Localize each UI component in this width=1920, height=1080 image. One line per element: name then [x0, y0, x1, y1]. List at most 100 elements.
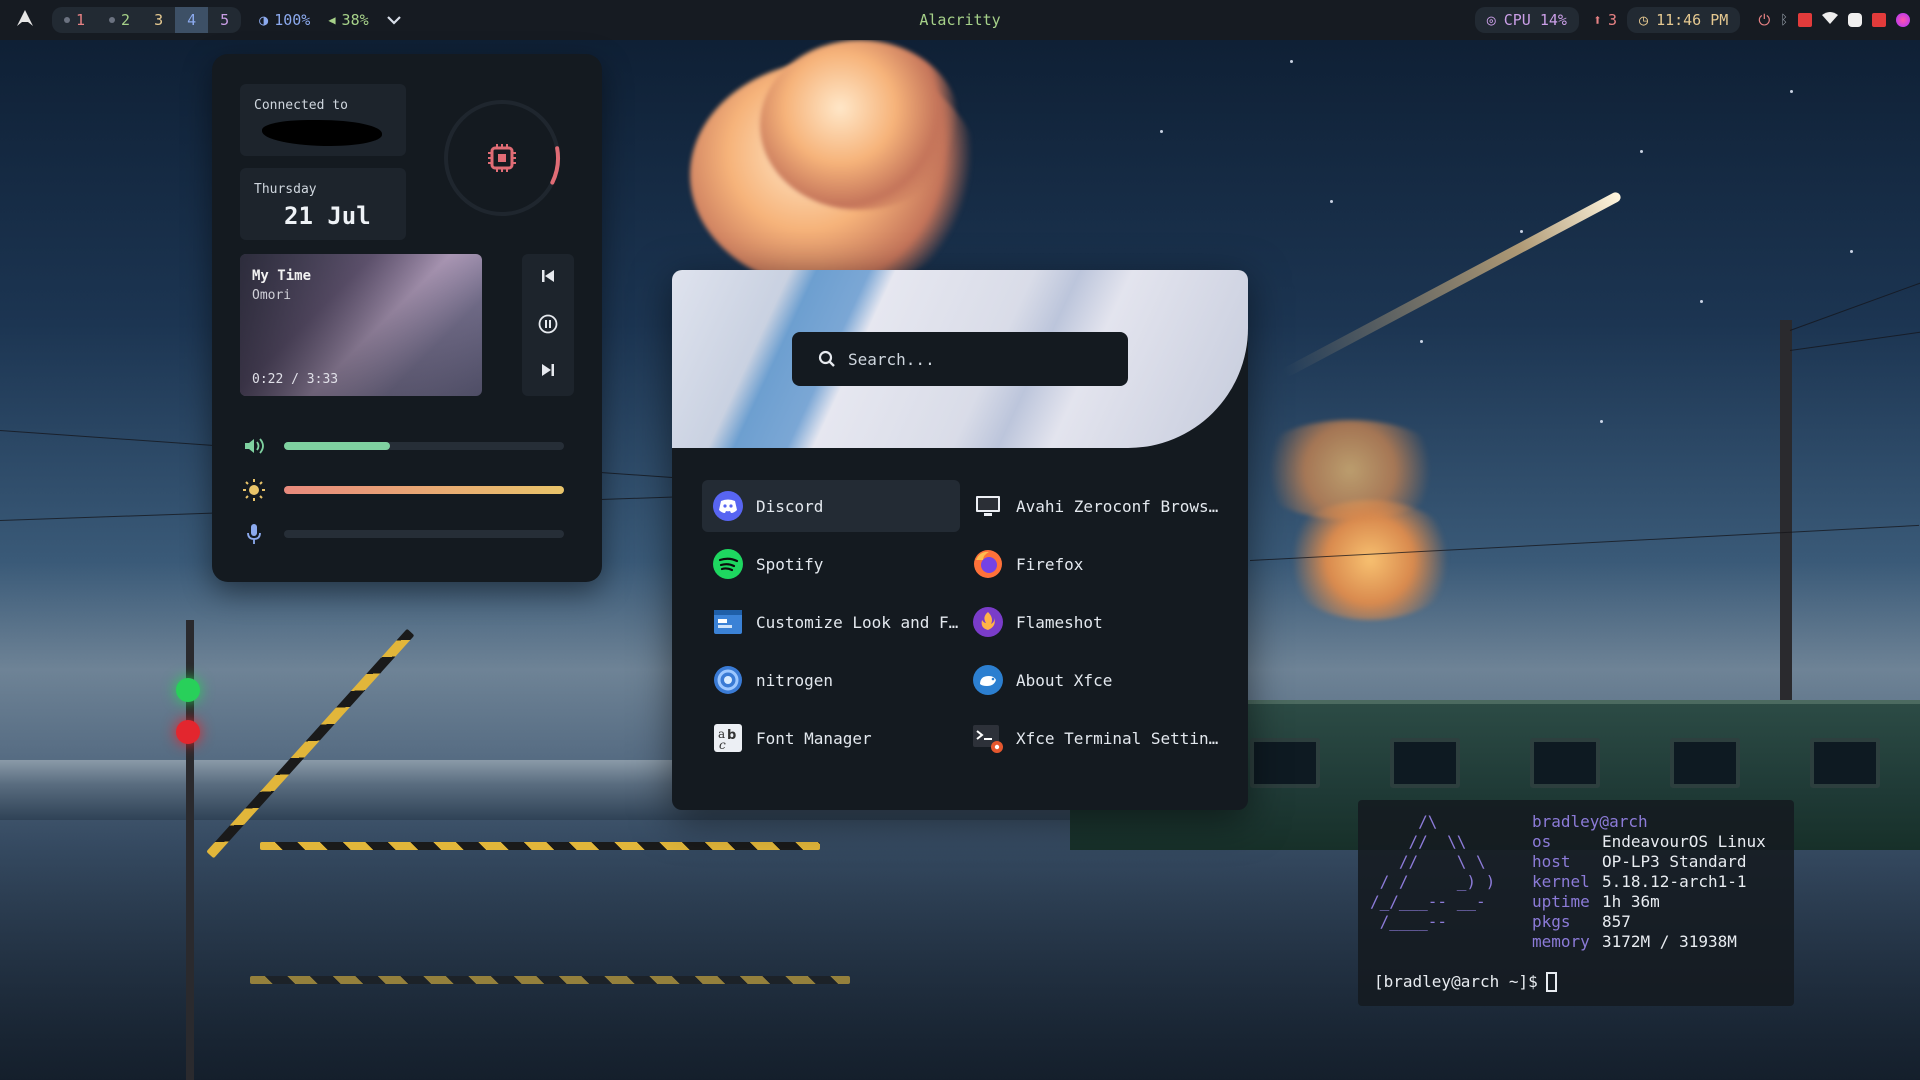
volume-value: 38%: [341, 11, 369, 29]
volume-slider-row: [242, 436, 572, 456]
microphone-slider-row: [242, 524, 572, 544]
workspace-label: 2: [121, 11, 131, 29]
workspace-1[interactable]: 1: [52, 7, 97, 33]
wifi-icon[interactable]: [1822, 11, 1838, 29]
train-window: [1810, 738, 1880, 788]
search-icon: [818, 350, 835, 367]
terminal-settings-icon: [972, 722, 1004, 754]
app-item-avahi-zeroconf-brows[interactable]: Avahi Zeroconf Brows…: [962, 480, 1220, 532]
wallpaper-signal-pole: [186, 620, 194, 1080]
brightness-indicator[interactable]: ◑ 100%: [259, 11, 310, 29]
fetch-value: EndeavourOS Linux: [1602, 832, 1766, 851]
wallpaper-crossing-barrier: [260, 842, 820, 850]
text-cursor: [1545, 972, 1557, 992]
system-info: bradley@arch os EndeavourOS Linux host OP-L…: [1532, 812, 1766, 952]
wallpaper-cloud: [1280, 500, 1460, 620]
fetch-key: pkgs: [1532, 912, 1571, 931]
train-window: [1670, 738, 1740, 788]
color-picker-tray-icon[interactable]: [1896, 13, 1910, 27]
arch-logo-icon[interactable]: [10, 9, 40, 32]
app-item-firefox[interactable]: Firefox: [962, 538, 1220, 590]
monitor-icon: [972, 490, 1004, 522]
wallpaper-star: [1420, 340, 1423, 343]
app-item-about-xfce[interactable]: About Xfce: [962, 654, 1220, 706]
app-item-font-manager[interactable]: a b c Font Manager: [702, 712, 960, 764]
network-tray-icon[interactable]: [1798, 13, 1812, 27]
volume-icon: [242, 436, 266, 456]
cpu-indicator[interactable]: ◎ CPU 14%: [1474, 7, 1579, 33]
workspace-occupied-dot: [109, 17, 116, 23]
wallpaper-power-line: [1789, 330, 1920, 351]
nitrogen-icon: [712, 664, 744, 696]
discord-tray-icon[interactable]: [1848, 13, 1862, 27]
train-window: [1390, 738, 1460, 788]
volume-indicator[interactable]: ◀ 38%: [328, 11, 368, 29]
terminal-window[interactable]: /\ // \\ // \ \ / / _) ) /_/___-- __- /_…: [1358, 800, 1794, 1006]
appearance-icon: [712, 606, 744, 638]
updates-icon: ⬆: [1592, 11, 1602, 29]
fetch-row-kernel: kernel 5.18.12-arch1-1: [1532, 872, 1766, 892]
fetch-value: 5.18.12-arch1-1: [1602, 872, 1747, 891]
app-item-label: About Xfce: [1016, 670, 1113, 690]
app-item-flameshot[interactable]: Flameshot: [962, 596, 1220, 648]
signal-green-light: [176, 678, 200, 702]
volume-slider[interactable]: [284, 442, 564, 450]
workspace-3[interactable]: 3: [142, 7, 175, 33]
clock[interactable]: ◷ 11:46 PM: [1627, 7, 1741, 33]
date-label: 21 Jul: [284, 202, 371, 230]
workspace-switcher: 1 2 3 4 5: [52, 7, 242, 33]
fetch-row-uptime: uptime 1h 36m: [1532, 892, 1766, 912]
search-placeholder: Search...: [848, 349, 935, 369]
power-icon[interactable]: ⏻: [1758, 11, 1770, 29]
brightness-slider-row: [242, 479, 572, 501]
signal-red-light: [176, 720, 200, 744]
app-launcher: Search... Discord Avahi Zeroconf Brows… Sp…: [672, 270, 1248, 810]
screenshot-tray-icon[interactable]: [1872, 13, 1886, 27]
window-title: Alacritty: [919, 11, 1001, 29]
app-item-spotify[interactable]: Spotify: [702, 538, 960, 590]
next-track-button[interactable]: [522, 362, 574, 382]
search-input[interactable]: Search...: [792, 332, 1128, 386]
wallpaper-star: [1600, 420, 1603, 423]
wallpaper-crossing-barrier: [250, 976, 850, 984]
updates-indicator[interactable]: ⬆ 3: [1593, 11, 1617, 29]
fetch-key: kernel: [1532, 872, 1590, 891]
workspace-4[interactable]: 4: [175, 7, 209, 33]
bluetooth-icon[interactable]: ᛒ: [1780, 13, 1788, 28]
wallpaper-power-line: [1249, 524, 1920, 561]
app-item-label: Customize Look and F…: [756, 612, 959, 632]
fetch-key: uptime: [1532, 892, 1590, 911]
pause-button[interactable]: [522, 314, 574, 338]
cpu-icon: ◎: [1486, 11, 1496, 29]
wallpaper-cloud: [760, 40, 960, 210]
now-playing-card[interactable]: My Time Omori 0:22 / 3:33: [240, 254, 482, 396]
flameshot-icon: [972, 606, 1004, 638]
cpu-value: CPU 14%: [1503, 11, 1567, 29]
app-item-nitrogen[interactable]: nitrogen: [702, 654, 960, 706]
volume-slider-fill: [284, 442, 391, 450]
microphone-slider[interactable]: [284, 530, 564, 538]
train-window: [1530, 738, 1600, 788]
brightness-slider[interactable]: [284, 486, 564, 494]
sun-icon: [242, 479, 266, 501]
fetch-row-host: host OP-LP3 Standard: [1532, 852, 1766, 872]
workspace-5[interactable]: 5: [208, 7, 241, 33]
app-item-customize-look-and-f[interactable]: Customize Look and F…: [702, 596, 960, 648]
fetch-value: 3172M / 31938M: [1602, 932, 1737, 951]
brightness-value: 100%: [274, 11, 311, 29]
previous-track-button[interactable]: [522, 268, 574, 288]
chevron-down-icon[interactable]: [386, 15, 401, 25]
wallpaper-star: [1700, 300, 1703, 303]
brightness-icon: ◑: [259, 11, 269, 29]
spotify-icon: [712, 548, 744, 580]
fetch-row-pkgs: pkgs 857: [1532, 912, 1766, 932]
app-item-discord[interactable]: Discord: [702, 480, 960, 532]
wallpaper-cloud: [1250, 420, 1450, 520]
app-item-xfce-terminal-settin[interactable]: Xfce Terminal Settin…: [962, 712, 1220, 764]
network-card[interactable]: Connected to: [240, 84, 406, 156]
wallpaper-star: [1790, 90, 1793, 93]
app-item-label: Discord: [756, 496, 824, 516]
workspace-2[interactable]: 2: [97, 7, 142, 33]
app-item-label: Spotify: [756, 554, 824, 574]
shell-prompt[interactable]: [bradley@arch ~]$: [1374, 972, 1557, 992]
